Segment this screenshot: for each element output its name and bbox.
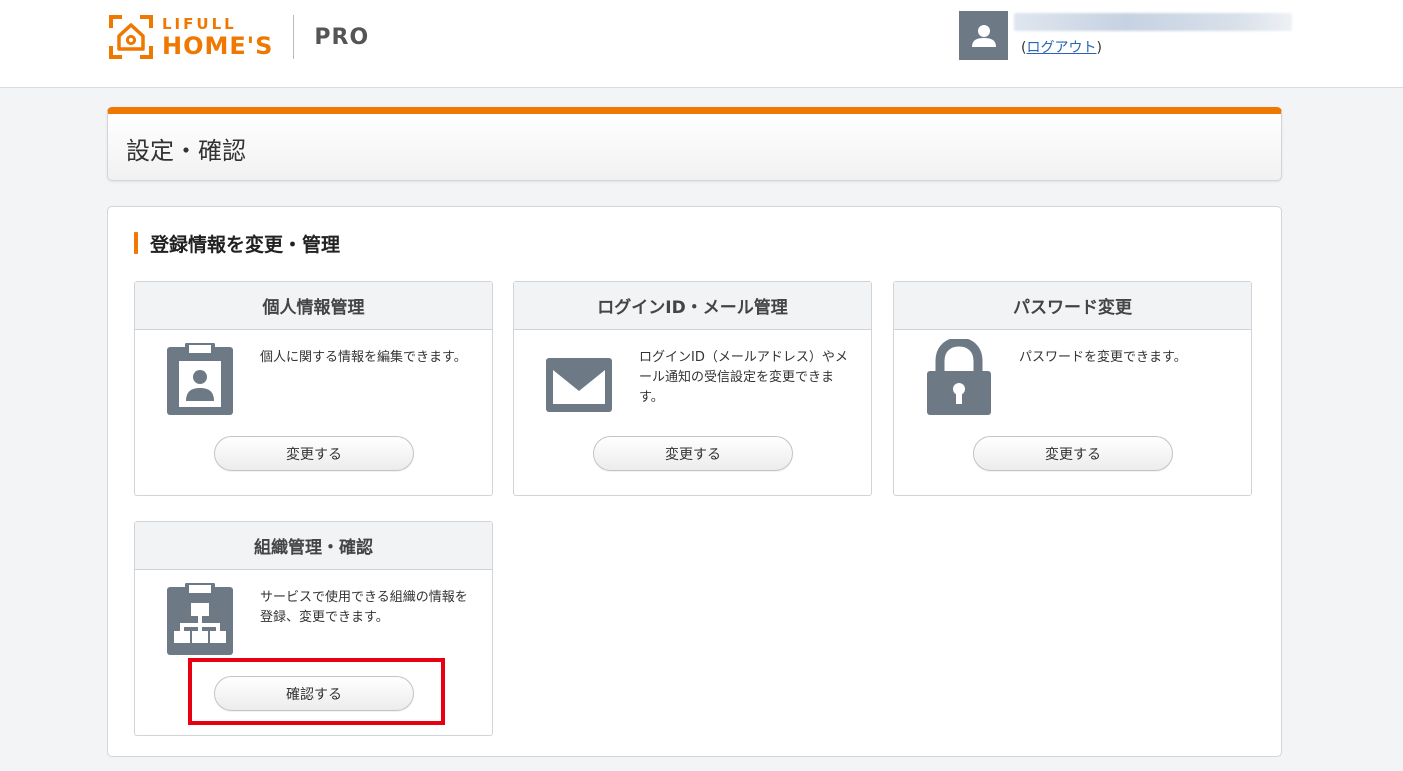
card-title: ログインID・メール管理 bbox=[514, 282, 871, 330]
card-description: 個人に関する情報を編集できます。 bbox=[260, 350, 467, 365]
user-icon bbox=[971, 24, 996, 47]
id-badge-icon bbox=[165, 342, 235, 416]
org-chart-icon bbox=[165, 582, 235, 656]
logo-pro: PRO bbox=[314, 24, 370, 50]
personal-info-change-button[interactable]: 変更する bbox=[214, 436, 414, 471]
card-title: 組織管理・確認 bbox=[135, 522, 492, 570]
card-login-mail: ログインID・メール管理 ログインID（メールアドレス）やメール通知の受信設定を… bbox=[513, 281, 872, 496]
section-title: 登録情報を変更・管理 bbox=[134, 231, 341, 256]
card-personal-info: 個人情報管理 個人に関する情報を編集できます。 変更する bbox=[134, 281, 493, 496]
card-password: パスワード変更 パスワードを変更できます。 変更する bbox=[893, 281, 1252, 496]
house-logo-icon bbox=[108, 14, 154, 60]
app-header: LIFULL HOME'S PRO (ログアウト) bbox=[0, 0, 1403, 88]
user-name-blurred bbox=[1014, 13, 1292, 31]
password-change-button[interactable]: 変更する bbox=[973, 436, 1173, 471]
logo-line2: HOME'S bbox=[162, 31, 274, 60]
logout-link[interactable]: ログアウト bbox=[1026, 40, 1096, 56]
card-description: パスワードを変更できます。 bbox=[1019, 350, 1187, 365]
page-title-box: 設定・確認 bbox=[107, 107, 1282, 181]
envelope-icon bbox=[544, 348, 614, 422]
logo[interactable]: LIFULL HOME'S PRO bbox=[108, 12, 369, 62]
section-accent-bar bbox=[134, 232, 138, 254]
login-mail-change-button[interactable]: 変更する bbox=[593, 436, 793, 471]
logo-line1: LIFULL bbox=[162, 14, 237, 33]
user-avatar[interactable] bbox=[959, 11, 1008, 60]
card-description: サービスで使用できる組織の情報を登録、変更できます。 bbox=[260, 590, 468, 625]
lock-icon bbox=[924, 339, 994, 415]
highlight-box bbox=[188, 658, 445, 725]
logout-area: (ログアウト) bbox=[1021, 40, 1102, 56]
card-description: ログインID（メールアドレス）やメール通知の受信設定を変更できます。 bbox=[639, 350, 848, 405]
section-title-text: 登録情報を変更・管理 bbox=[150, 233, 341, 256]
logo-divider bbox=[293, 15, 295, 59]
card-title: 個人情報管理 bbox=[135, 282, 492, 330]
page-title: 設定・確認 bbox=[126, 137, 246, 165]
card-title: パスワード変更 bbox=[894, 282, 1251, 330]
